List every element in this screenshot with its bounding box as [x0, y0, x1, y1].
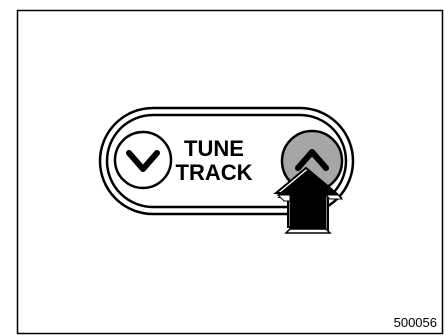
track-label: TRACK	[176, 160, 253, 185]
tune-down-button[interactable]	[113, 130, 173, 190]
figure-code: 500056	[394, 315, 437, 330]
tune-label: TUNE	[184, 136, 244, 161]
figure-canvas: TUNE TRACK 500056	[16, 9, 444, 335]
